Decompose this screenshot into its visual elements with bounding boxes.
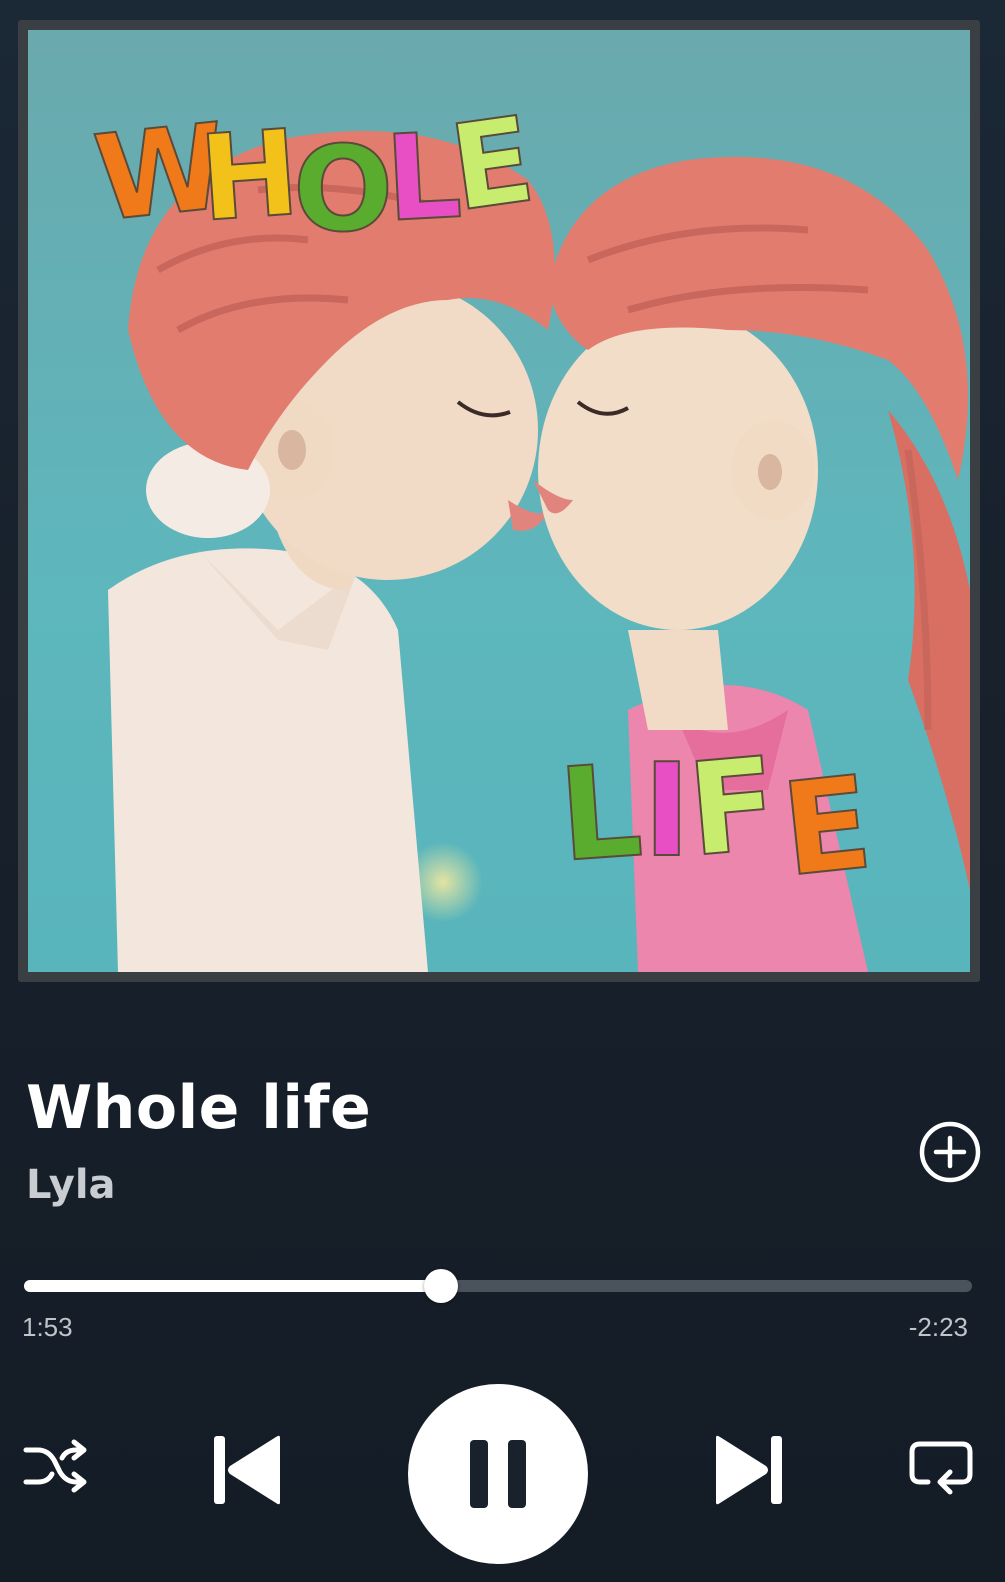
- svg-text:O: O: [293, 120, 393, 258]
- shuffle-icon: [23, 1439, 87, 1493]
- album-art-frame: W H O L E L I F E: [18, 20, 980, 982]
- svg-text:I: I: [643, 737, 691, 886]
- cover-title-bottom: L I F E: [554, 729, 879, 907]
- previous-button[interactable]: [212, 1434, 284, 1506]
- add-to-library-button[interactable]: [918, 1120, 982, 1184]
- album-art-illustration: W H O L E L I F E: [28, 30, 970, 972]
- repeat-button[interactable]: [908, 1438, 974, 1496]
- svg-text:F: F: [683, 730, 783, 886]
- album-art: W H O L E L I F E: [28, 30, 970, 972]
- svg-text:L: L: [555, 737, 647, 891]
- skip-previous-icon: [214, 1435, 280, 1505]
- play-pause-button[interactable]: [408, 1384, 588, 1564]
- track-meta: Whole life Lyla: [26, 1078, 371, 1208]
- shuffle-button[interactable]: [22, 1436, 88, 1496]
- track-title: Whole life: [26, 1073, 372, 1143]
- progress-bar[interactable]: [24, 1269, 972, 1303]
- svg-text:E: E: [776, 749, 879, 906]
- svg-text:H: H: [195, 103, 303, 248]
- skip-next-icon: [716, 1435, 782, 1505]
- progress-fill: [24, 1280, 442, 1292]
- elapsed-time: 1:53: [22, 1312, 73, 1342]
- repeat-icon: [909, 1441, 973, 1495]
- remaining-time: -2:23: [908, 1312, 968, 1342]
- progress-thumb[interactable]: [424, 1269, 459, 1303]
- track-artist[interactable]: Lyla: [26, 1162, 371, 1208]
- next-button[interactable]: [712, 1434, 784, 1506]
- add-circle-icon: [919, 1121, 981, 1183]
- pause-icon: [470, 1440, 526, 1508]
